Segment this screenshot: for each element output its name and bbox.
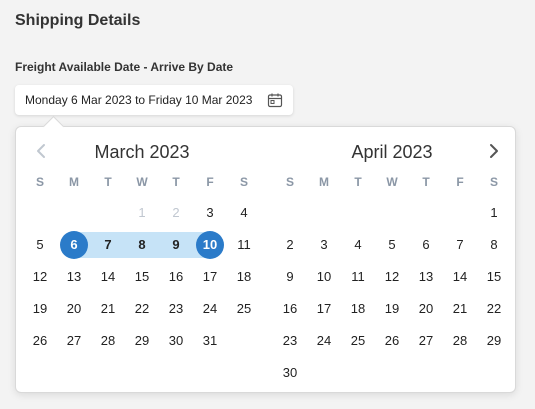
day-cell[interactable]: 5 [375, 233, 409, 257]
day-cell-in-range[interactable]: 7 [91, 233, 125, 257]
day-cell-in-range[interactable]: 9 [159, 233, 193, 257]
day-cell[interactable]: 15 [477, 265, 511, 289]
day-cell[interactable]: 3 [193, 201, 227, 225]
day-cell[interactable]: 24 [193, 297, 227, 321]
day-cell[interactable]: 26 [375, 329, 409, 353]
weekday-label: W [386, 175, 398, 189]
day-cell-in-range[interactable]: 8 [125, 233, 159, 257]
weekday-header: SMTWTFS [273, 175, 511, 189]
day-cell[interactable]: 27 [57, 329, 91, 353]
day-cell[interactable]: 26 [23, 329, 57, 353]
weekday-label: S [285, 175, 294, 189]
day-cell[interactable]: 30 [273, 361, 307, 385]
day-cell[interactable]: 16 [159, 265, 193, 289]
weekday-label: T [422, 175, 430, 189]
day-cell[interactable]: 20 [409, 297, 443, 321]
weekday-label: M [319, 175, 329, 189]
day-cell[interactable]: 1 [477, 201, 511, 225]
date-picker-popup: March 2023 SMTWTFS 1 2 3 4 5 6 7 8 9 10 11 12 13 14 15… [15, 115, 516, 393]
month-title: March 2023 [94, 142, 190, 162]
day-cell[interactable]: 4 [227, 201, 261, 225]
day-cell[interactable]: 14 [443, 265, 477, 289]
day-cell[interactable]: 31 [193, 329, 227, 353]
date-range-input[interactable]: Monday 6 Mar 2023 to Friday 10 Mar 2023 [15, 85, 293, 115]
weekday-label: F [456, 175, 464, 189]
day-cell[interactable]: 11 [227, 233, 261, 257]
day-cell[interactable]: 23 [159, 297, 193, 321]
day-cell[interactable]: 17 [307, 297, 341, 321]
day-cell[interactable]: 7 [443, 233, 477, 257]
day-cell[interactable]: 3 [307, 233, 341, 257]
weekday-label: T [104, 175, 112, 189]
weekday-label: M [69, 175, 79, 189]
day-cell[interactable]: 17 [193, 265, 227, 289]
day-cell[interactable]: 15 [125, 265, 159, 289]
range-end-day[interactable]: 10 [193, 231, 227, 259]
popup-arrow [42, 115, 65, 138]
day-cell[interactable]: 13 [57, 265, 91, 289]
day-cell[interactable]: 12 [23, 265, 57, 289]
day-cell[interactable]: 18 [227, 265, 261, 289]
day-cell[interactable]: 4 [341, 233, 375, 257]
range-start-day[interactable]: 6 [57, 231, 91, 259]
weekday-header: SMTWTFS [23, 175, 261, 189]
day-cell[interactable]: 20 [57, 297, 91, 321]
day-cell[interactable]: 16 [273, 297, 307, 321]
day-cell[interactable]: 2 [273, 233, 307, 257]
day-cell[interactable]: 9 [273, 265, 307, 289]
day-cell[interactable]: 28 [91, 329, 125, 353]
day-cell-disabled: 1 [138, 205, 146, 220]
weekday-label: S [35, 175, 44, 189]
page-title: Shipping Details [15, 12, 141, 29]
calendar-icon[interactable] [267, 92, 283, 108]
day-cell-disabled: 2 [172, 205, 180, 220]
day-cell[interactable]: 24 [307, 329, 341, 353]
day-cell[interactable]: 5 [23, 233, 57, 257]
weekday-label: T [354, 175, 362, 189]
day-cell[interactable]: 10 [307, 265, 341, 289]
weekday-label: S [239, 175, 248, 189]
day-cell[interactable]: 19 [23, 297, 57, 321]
date-range-label: Freight Available Date - Arrive By Date [15, 60, 234, 74]
weekday-label: F [206, 175, 214, 189]
day-cell[interactable]: 27 [409, 329, 443, 353]
weekday-label: S [489, 175, 498, 189]
day-cell[interactable]: 25 [227, 297, 261, 321]
weekday-label: W [136, 175, 148, 189]
day-cell[interactable]: 28 [443, 329, 477, 353]
day-cell[interactable]: 8 [477, 233, 511, 257]
day-cell[interactable]: 21 [443, 297, 477, 321]
day-cell[interactable]: 29 [125, 329, 159, 353]
day-cell[interactable]: 29 [477, 329, 511, 353]
day-cell[interactable]: 11 [341, 265, 375, 289]
day-cell[interactable]: 13 [409, 265, 443, 289]
day-cell[interactable]: 22 [125, 297, 159, 321]
day-cell[interactable]: 23 [273, 329, 307, 353]
day-cell[interactable]: 12 [375, 265, 409, 289]
date-range-value: Monday 6 Mar 2023 to Friday 10 Mar 2023 [25, 93, 253, 107]
day-cell[interactable]: 18 [341, 297, 375, 321]
day-cell[interactable]: 19 [375, 297, 409, 321]
day-cell[interactable]: 22 [477, 297, 511, 321]
day-cell[interactable]: 6 [409, 233, 443, 257]
day-cell[interactable]: 30 [159, 329, 193, 353]
month-title: April 2023 [351, 142, 433, 162]
day-cell[interactable]: 14 [91, 265, 125, 289]
day-cell[interactable]: 25 [341, 329, 375, 353]
weekday-label: T [172, 175, 180, 189]
day-cell[interactable]: 21 [91, 297, 125, 321]
